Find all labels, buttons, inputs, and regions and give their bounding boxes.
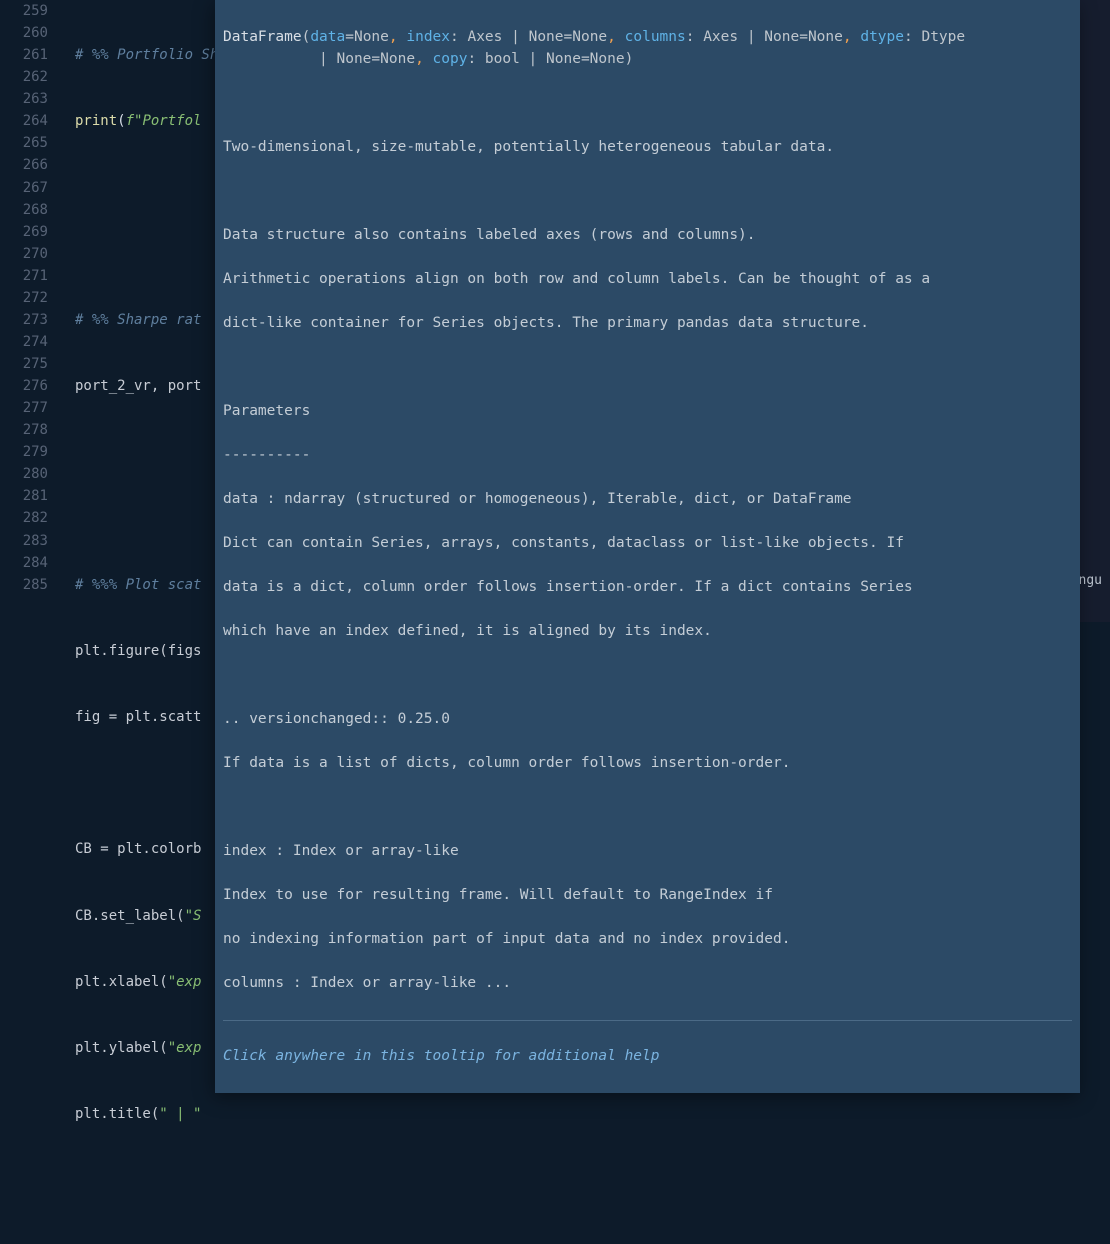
line-number: 270 bbox=[0, 243, 48, 265]
line-number: 273 bbox=[0, 309, 48, 331]
tooltip-param-columns: columns : Index or array-like ... bbox=[223, 972, 1072, 994]
tooltip-description: Arithmetic operations align on both row … bbox=[223, 268, 1072, 290]
tooltip-param-data: data : ndarray (structured or homogeneou… bbox=[223, 488, 1072, 510]
line-number: 268 bbox=[0, 199, 48, 221]
line-number: 259 bbox=[0, 0, 48, 22]
tooltip-params-header: Parameters bbox=[223, 400, 1072, 422]
line-number: 271 bbox=[0, 265, 48, 287]
line-number: 283 bbox=[0, 530, 48, 552]
documentation-tooltip[interactable]: DataFrame(data=None, index: Axes | None=… bbox=[215, 0, 1080, 1093]
line-number: 279 bbox=[0, 441, 48, 463]
line-number: 267 bbox=[0, 177, 48, 199]
code-text: plt.title( bbox=[75, 1106, 159, 1122]
line-number: 285 bbox=[0, 574, 48, 596]
line-number: 280 bbox=[0, 463, 48, 485]
line-number: 264 bbox=[0, 110, 48, 132]
tooltip-versionchanged: If data is a list of dicts, column order… bbox=[223, 752, 1072, 774]
tooltip-param-index: no indexing information part of input da… bbox=[223, 928, 1072, 950]
builtin-print: print bbox=[75, 113, 117, 129]
line-number: 263 bbox=[0, 88, 48, 110]
line-number: 282 bbox=[0, 507, 48, 529]
tooltip-param-index: index : Index or array-like bbox=[223, 840, 1072, 862]
code-text: port_2_vr, port bbox=[75, 378, 201, 394]
fstring: f"Portfol bbox=[126, 113, 202, 129]
tooltip-hint[interactable]: Click anywhere in this tooltip for addit… bbox=[223, 1045, 1072, 1067]
string: "S bbox=[185, 908, 202, 924]
comment: # %%% Plot scat bbox=[75, 577, 201, 593]
line-number: 276 bbox=[0, 375, 48, 397]
line-number-gutter: 2592602612622632642652662672682692702712… bbox=[0, 0, 60, 622]
line-number: 284 bbox=[0, 552, 48, 574]
tooltip-signature: DataFrame(data=None, index: Axes | None=… bbox=[223, 26, 1072, 70]
line-number: 274 bbox=[0, 331, 48, 353]
line-number: 265 bbox=[0, 132, 48, 154]
line-number: 281 bbox=[0, 485, 48, 507]
tooltip-dashes: ---------- bbox=[223, 444, 1072, 466]
tooltip-divider bbox=[223, 1020, 1072, 1021]
line-number: 275 bbox=[0, 353, 48, 375]
paren: ( bbox=[117, 113, 125, 129]
line-number: 272 bbox=[0, 287, 48, 309]
tooltip-description: dict-like container for Series objects. … bbox=[223, 312, 1072, 334]
comment: # %% Sharpe rat bbox=[75, 312, 201, 328]
tooltip-param-data: which have an index defined, it is align… bbox=[223, 620, 1072, 642]
line-number: 278 bbox=[0, 419, 48, 441]
code-text: plt.xlabel( bbox=[75, 974, 168, 990]
line-number: 261 bbox=[0, 44, 48, 66]
blank-line bbox=[60, 1169, 1110, 1191]
code-text: CB = plt.colorb bbox=[75, 841, 201, 857]
code-text: CB.set_label( bbox=[75, 908, 185, 924]
line-number: 269 bbox=[0, 221, 48, 243]
string: "exp bbox=[168, 1040, 202, 1056]
code-text: fig = plt.scatt bbox=[75, 709, 201, 725]
line-number: 262 bbox=[0, 66, 48, 88]
string: "exp bbox=[168, 974, 202, 990]
blank-line bbox=[60, 1236, 1110, 1244]
line-number: 277 bbox=[0, 397, 48, 419]
code-text: plt.ylabel( bbox=[75, 1040, 168, 1056]
tooltip-param-data: data is a dict, column order follows ins… bbox=[223, 576, 1072, 598]
string: " | " bbox=[159, 1106, 201, 1122]
tooltip-versionchanged: .. versionchanged:: 0.25.0 bbox=[223, 708, 1072, 730]
line-number: 260 bbox=[0, 22, 48, 44]
tooltip-description: Two-dimensional, size-mutable, potential… bbox=[223, 136, 1072, 158]
line-number: 266 bbox=[0, 154, 48, 176]
tooltip-param-data: Dict can contain Series, arrays, constan… bbox=[223, 532, 1072, 554]
code-text: plt.figure(figs bbox=[75, 643, 201, 659]
tooltip-param-index: Index to use for resulting frame. Will d… bbox=[223, 884, 1072, 906]
tooltip-description: Data structure also contains labeled axe… bbox=[223, 224, 1072, 246]
